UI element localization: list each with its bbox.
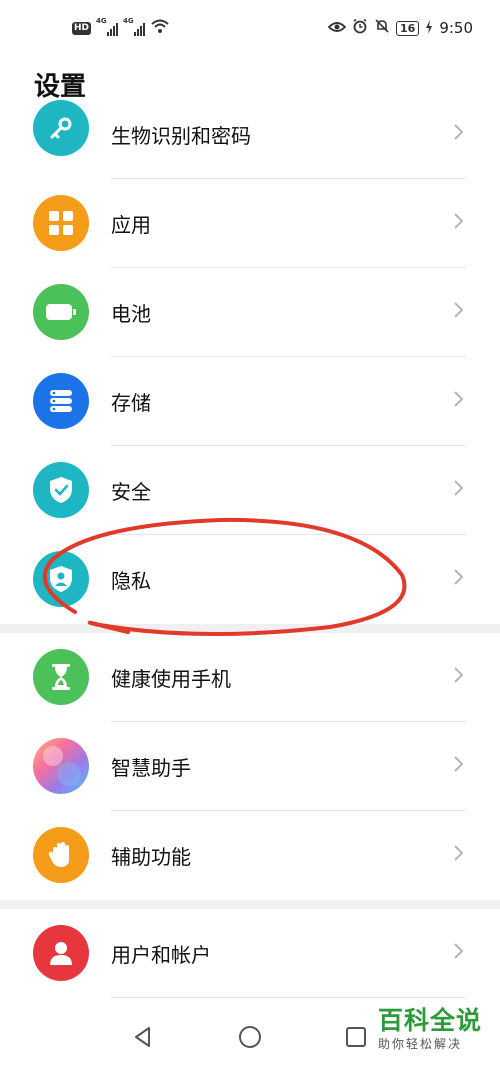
chevron-right-icon [454,480,464,496]
settings-item-label: 隐私 [111,569,151,593]
settings-item-label: 辅助功能 [111,845,191,869]
chevron-right-icon [454,302,464,318]
settings-item-apps[interactable]: 应用 [0,179,500,268]
battery-level: 16 [396,20,420,36]
section-separator [0,900,500,909]
watermark-logo: 百科全说 助你轻松解决 [378,1006,488,1052]
wifi-icon [150,18,170,38]
settings-item-label: 生物识别和密码 [111,124,251,148]
settings-item-label: 应用 [111,213,151,237]
eye-icon [327,19,347,38]
settings-item-label: 安全 [111,480,151,504]
settings-item-label: 存储 [111,391,151,415]
bell-off-icon [374,18,390,38]
hourglass-icon [33,649,89,705]
chevron-right-icon [454,569,464,585]
settings-item-biometrics-password[interactable]: 生物识别和密码 [0,90,500,179]
settings-item-smart-assistant[interactable]: 智慧助手 [0,722,500,811]
divider [111,997,466,998]
key-icon [33,100,89,156]
clock-time: 9:50 [439,19,473,37]
settings-item-digital-balance[interactable]: 健康使用手机 [0,633,500,722]
hd-badge: HD [72,21,92,35]
chevron-right-icon [454,391,464,407]
settings-item-label: 电池 [111,302,151,326]
status-right: 16 9:50 [327,18,473,38]
settings-item-security[interactable]: 安全 [0,446,500,535]
recents-square-icon[interactable] [341,1022,371,1052]
section-separator [0,624,500,633]
chevron-right-icon [454,124,464,140]
settings-item-privacy[interactable]: 隐私 [0,535,500,624]
shield-check-icon [33,462,89,518]
hand-icon [33,827,89,883]
signal-icon: 4G [96,17,119,36]
settings-item-label: 健康使用手机 [111,667,231,691]
signal-icon-2: 4G [123,17,146,36]
settings-item-label: 智慧助手 [111,756,191,780]
settings-item-storage[interactable]: 存储 [0,357,500,446]
chevron-right-icon [454,756,464,772]
user-icon [33,925,89,981]
settings-item-label: 用户和帐户 [111,943,211,967]
assistant-orb-icon [33,738,89,794]
chevron-right-icon [454,667,464,683]
apps-grid-icon [33,195,89,251]
storage-icon [33,373,89,429]
alarm-icon [352,18,368,38]
status-bar: HD 4G 4G 16 9:50 [0,0,500,60]
home-circle-icon[interactable] [235,1022,265,1052]
charging-icon [425,19,433,38]
privacy-shield-icon [33,551,89,607]
battery-icon [33,284,89,340]
settings-item-battery[interactable]: 电池 [0,268,500,357]
chevron-right-icon [454,213,464,229]
chevron-right-icon [454,943,464,959]
watermark-title: 百科全说 [378,1006,483,1035]
chevron-right-icon [454,845,464,861]
settings-item-users-accounts[interactable]: 用户和帐户 [0,909,500,998]
watermark-subtitle: 助你轻松解决 [378,1037,463,1051]
back-triangle-icon[interactable] [128,1022,158,1052]
settings-item-accessibility[interactable]: 辅助功能 [0,811,500,900]
status-left: HD 4G 4G [72,17,170,38]
